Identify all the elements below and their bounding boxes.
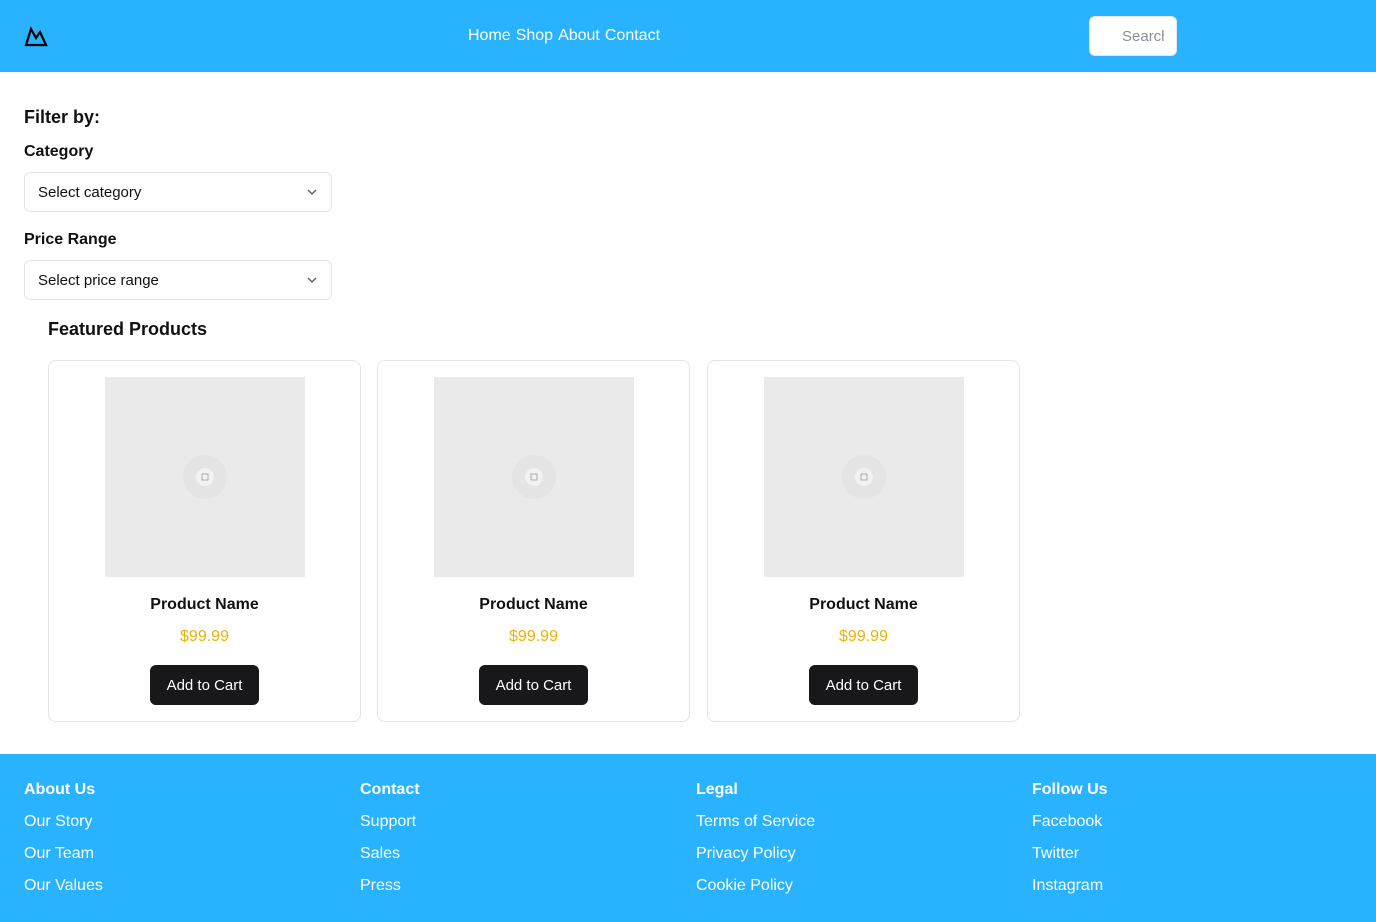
filter-heading: Filter by:	[24, 107, 101, 127]
footer-heading: About Us	[24, 781, 96, 798]
product-image	[764, 377, 964, 577]
nav-home-link[interactable]: Home	[468, 26, 511, 46]
footer-link-our-team[interactable]: Our Team	[24, 844, 103, 864]
footer-column-contact: Contact Support Sales Press	[360, 780, 420, 908]
nav-about-link[interactable]: About	[558, 26, 600, 46]
footer-link-our-values[interactable]: Our Values	[24, 876, 103, 896]
add-to-cart-button[interactable]: Add to Cart	[150, 665, 259, 705]
image-placeholder-icon	[842, 455, 886, 499]
price-range-select-value: Select price range	[38, 271, 159, 289]
search-input[interactable]	[1089, 16, 1177, 56]
category-select-value: Select category	[38, 183, 142, 201]
footer-link-terms[interactable]: Terms of Service	[696, 812, 815, 832]
category-select[interactable]: Select category	[24, 172, 332, 212]
footer-heading: Contact	[360, 781, 420, 798]
footer-heading: Follow Us	[1032, 781, 1108, 798]
category-label: Category	[24, 143, 94, 160]
product-name: Product Name	[479, 596, 588, 613]
mountain-logo-icon[interactable]	[24, 25, 48, 47]
site-footer: About Us Our Story Our Team Our Values C…	[0, 754, 1376, 922]
nav-shop-link[interactable]: Shop	[516, 26, 553, 46]
chevron-down-icon	[307, 189, 317, 195]
footer-link-facebook[interactable]: Facebook	[1032, 812, 1108, 832]
add-to-cart-button[interactable]: Add to Cart	[809, 665, 918, 705]
product-price: $99.99	[509, 628, 558, 645]
product-card: Product Name $99.99 Add to Cart	[707, 360, 1020, 722]
footer-column-follow: Follow Us Facebook Twitter Instagram	[1032, 780, 1108, 908]
image-placeholder-icon	[512, 455, 556, 499]
price-range-select[interactable]: Select price range	[24, 260, 332, 300]
footer-link-privacy[interactable]: Privacy Policy	[696, 844, 815, 864]
footer-column-legal: Legal Terms of Service Privacy Policy Co…	[696, 780, 815, 908]
footer-link-support[interactable]: Support	[360, 812, 420, 832]
product-card: Product Name $99.99 Add to Cart	[377, 360, 690, 722]
footer-link-twitter[interactable]: Twitter	[1032, 844, 1108, 864]
product-image	[434, 377, 634, 577]
image-placeholder-icon	[183, 455, 227, 499]
product-price: $99.99	[180, 628, 229, 645]
product-price: $99.99	[839, 628, 888, 645]
footer-link-press[interactable]: Press	[360, 876, 420, 896]
main-nav: Home Shop About Contact	[468, 26, 660, 46]
nav-contact-link[interactable]: Contact	[605, 26, 660, 46]
footer-link-instagram[interactable]: Instagram	[1032, 876, 1108, 896]
footer-link-cookie[interactable]: Cookie Policy	[696, 876, 815, 896]
product-name: Product Name	[150, 596, 259, 613]
footer-link-sales[interactable]: Sales	[360, 844, 420, 864]
product-image	[105, 377, 305, 577]
footer-heading: Legal	[696, 781, 738, 798]
add-to-cart-button[interactable]: Add to Cart	[479, 665, 588, 705]
site-header: Home Shop About Contact	[0, 0, 1376, 72]
product-card: Product Name $99.99 Add to Cart	[48, 360, 361, 722]
price-range-label: Price Range	[24, 231, 117, 248]
product-name: Product Name	[809, 596, 918, 613]
footer-link-our-story[interactable]: Our Story	[24, 812, 103, 832]
chevron-down-icon	[307, 277, 317, 283]
featured-products-heading: Featured Products	[48, 319, 208, 339]
footer-column-about: About Us Our Story Our Team Our Values	[24, 780, 103, 908]
